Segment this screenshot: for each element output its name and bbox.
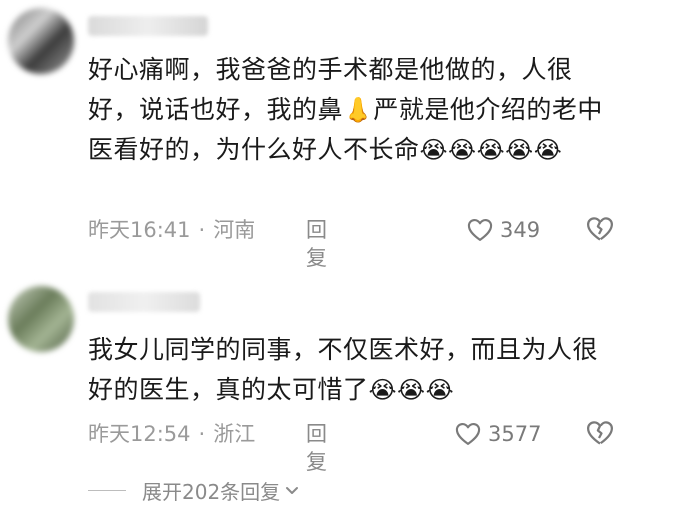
crying-face-emoji: 😭😭😭: [368, 376, 455, 404]
comment-time: 昨天16:41: [88, 218, 191, 242]
comment-time: 昨天12:54: [88, 422, 191, 446]
comment-meta: 昨天16:41 · 河南 回复: [88, 216, 327, 270]
comment-text-part: 我女儿同学的同事，不仅医术好，而且为人很好的医生，真的太可惜了: [88, 335, 599, 404]
comment-location: 浙江: [213, 422, 256, 446]
reply-button[interactable]: 回复: [306, 420, 327, 476]
comment-location: 河南: [213, 218, 256, 242]
nose-emoji: 👃: [343, 96, 374, 124]
like-count: 3577: [488, 422, 542, 446]
broken-heart-icon[interactable]: [584, 418, 616, 448]
username-blurred[interactable]: [88, 292, 200, 312]
like-button[interactable]: 349: [466, 214, 540, 246]
expand-replies-label: 展开202条回复: [142, 479, 281, 504]
reply-button[interactable]: 回复: [306, 216, 327, 272]
broken-heart-icon[interactable]: [584, 214, 616, 244]
like-count: 349: [500, 218, 541, 242]
comment-meta: 昨天12:54 · 浙江 回复: [88, 420, 327, 474]
comment-text: 我女儿同学的同事，不仅医术好，而且为人很好的医生，真的太可惜了😭😭😭: [88, 330, 618, 410]
like-button[interactable]: 3577: [454, 418, 541, 450]
avatar[interactable]: [8, 8, 74, 74]
meta-separator: ·: [198, 218, 206, 242]
comment-text: 好心痛啊，我爸爸的手术都是他做的，人很好，说话也好，我的鼻👃严就是他介绍的老中医…: [88, 50, 618, 170]
divider-line: [88, 489, 126, 491]
heart-outline-icon: [455, 423, 481, 445]
expand-replies-button[interactable]: 展开202条回复: [88, 476, 300, 504]
username-blurred[interactable]: [88, 16, 208, 36]
crying-face-emoji: 😭😭😭😭😭: [419, 136, 563, 164]
heart-outline-icon: [467, 219, 493, 241]
chevron-down-icon: [286, 487, 299, 494]
meta-separator: ·: [198, 422, 206, 446]
avatar[interactable]: [8, 286, 74, 352]
